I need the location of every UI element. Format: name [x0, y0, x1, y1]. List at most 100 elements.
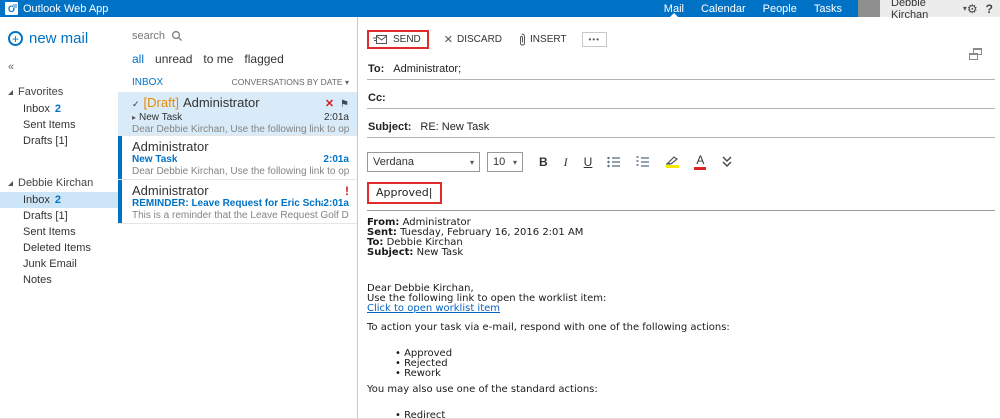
address-fields: To: Administrator; Cc: Subject: RE: New … — [367, 63, 995, 138]
message-body-editor[interactable]: Approved| — [367, 172, 1000, 204]
font-color-button[interactable]: A — [694, 155, 706, 170]
help-icon[interactable]: ? — [986, 2, 993, 16]
search-placeholder: search — [132, 30, 165, 42]
numbered-list-button[interactable] — [636, 156, 650, 168]
cc-label: Cc: — [368, 92, 386, 104]
highlighter-icon — [665, 156, 679, 165]
reply-text-annotated: Approved| — [367, 182, 442, 204]
compose-pane: SEND ✕ DISCARD INSERT ••• — [358, 17, 1000, 419]
gear-icon[interactable]: ⚙ — [967, 2, 978, 16]
text-cursor: | — [429, 186, 433, 199]
message-subject: New Task — [139, 112, 182, 123]
to-field[interactable]: To: Administrator; — [367, 63, 995, 80]
nav-people[interactable]: People — [762, 0, 798, 17]
delete-icon[interactable]: ✕ — [325, 97, 334, 111]
sidebar-item-fav-drafts[interactable]: Drafts [1] — [0, 133, 118, 149]
filter-to-me[interactable]: to me — [203, 52, 233, 66]
expand-icon[interactable]: ▸ — [132, 113, 136, 122]
insert-button[interactable]: INSERT — [517, 33, 567, 46]
nav-tasks[interactable]: Tasks — [813, 0, 843, 17]
quoted-message-divider — [367, 210, 995, 211]
sidebar-item-fav-sent-items[interactable]: Sent Items — [0, 117, 118, 133]
font-size-select[interactable]: 10 ▾ — [487, 152, 523, 172]
sort-selector[interactable]: CONVERSATIONS BY DATE ▾ — [232, 77, 349, 87]
main-layout: + new mail « Favorites Inbox2 Sent Items… — [0, 17, 1000, 419]
folder-label: Junk Email — [23, 258, 77, 270]
popout-front — [969, 53, 978, 60]
list-item: Redirect — [395, 411, 1000, 419]
compose-toolbar: SEND ✕ DISCARD INSERT ••• — [367, 30, 1000, 49]
quoted-message: From: Administrator Sent: Tuesday, Febru… — [367, 218, 1000, 419]
tree-section-title: Favorites — [18, 86, 63, 98]
message-subject: New Task — [132, 154, 177, 166]
send-label: SEND — [393, 34, 421, 45]
importance-icon: ! — [345, 184, 349, 198]
sidebar-item-junk-email[interactable]: Junk Email — [0, 256, 118, 272]
sort-label: CONVERSATIONS BY DATE — [232, 77, 343, 87]
tree-expand-icon — [8, 90, 13, 95]
user-menu[interactable]: Debbie Kirchan ▾ ⚙ ? — [880, 0, 1000, 17]
font-color-swatch — [694, 167, 706, 170]
subject-value: RE: New Task — [420, 121, 489, 133]
list-item: Rejected — [395, 359, 1000, 369]
sidebar-item-deleted-items[interactable]: Deleted Items — [0, 240, 118, 256]
tree-spacer — [0, 149, 118, 164]
message-row-draft[interactable]: ✓ [Draft] Administrator ✕ ⚑ ▸New Task 2:… — [118, 92, 357, 136]
bullet-list-button[interactable] — [607, 156, 621, 168]
folder-label: Sent Items — [23, 119, 76, 131]
bold-button[interactable]: B — [539, 156, 548, 168]
highlight-button[interactable] — [665, 156, 679, 168]
insert-label: INSERT — [530, 34, 567, 45]
search-input[interactable]: search — [132, 30, 357, 42]
sidebar-item-drafts[interactable]: Drafts [1] — [0, 208, 118, 224]
list-filters: all unread to me flagged — [132, 52, 357, 66]
folder-label: Inbox — [23, 103, 50, 115]
actions-intro: To action your task via e-mail, respond … — [367, 323, 1000, 333]
font-family-select[interactable]: Verdana ▾ — [367, 152, 480, 172]
font-color-letter: A — [696, 155, 704, 166]
filter-unread[interactable]: unread — [155, 52, 192, 66]
collapse-pane-button[interactable]: « — [8, 61, 118, 73]
outlook-logo-letter: O — [8, 4, 15, 14]
nav-mail[interactable]: Mail — [663, 0, 685, 17]
tree-section-mailbox[interactable]: Debbie Kirchan — [0, 174, 118, 192]
close-icon: ✕ — [444, 33, 453, 46]
underline-button[interactable]: U — [584, 156, 593, 168]
sidebar-item-fav-inbox[interactable]: Inbox2 — [0, 101, 118, 117]
popout-icon[interactable] — [969, 48, 982, 60]
filter-all[interactable]: all — [132, 52, 144, 66]
nav-calendar[interactable]: Calendar — [700, 0, 747, 17]
list-item: Approved — [395, 349, 1000, 359]
chevron-down-icon: ▾ — [470, 158, 474, 167]
new-mail-button[interactable]: + new mail — [8, 30, 118, 47]
standard-action-list: Redirect Delegate Sleep — [395, 411, 1000, 419]
quote-body: Dear Debbie Kirchan, Use the following l… — [367, 284, 1000, 419]
sidebar-item-notes[interactable]: Notes — [0, 272, 118, 288]
filter-flagged[interactable]: flagged — [244, 52, 283, 66]
folder-label: Notes — [23, 274, 52, 286]
cc-field[interactable]: Cc: — [367, 92, 995, 109]
more-formatting-button[interactable] — [721, 156, 733, 168]
favorites-tree: Favorites Inbox2 Sent Items Drafts [1] — [0, 83, 118, 149]
format-toolbar: Verdana ▾ 10 ▾ B I U — [367, 152, 1000, 172]
tree-expand-icon — [8, 181, 13, 186]
italic-button[interactable]: I — [564, 156, 568, 168]
message-row[interactable]: Administrator ! REMINDER: Leave Request … — [118, 180, 357, 224]
flag-icon[interactable]: ⚑ — [340, 98, 349, 112]
sidebar-item-sent-items[interactable]: Sent Items — [0, 224, 118, 240]
message-row[interactable]: Administrator New Task 2:01a Dear Debbie… — [118, 136, 357, 180]
send-button[interactable]: SEND — [367, 30, 429, 49]
tree-section-favorites[interactable]: Favorites — [0, 83, 118, 101]
sidebar-item-inbox[interactable]: Inbox2 — [0, 192, 118, 208]
folder-label: Drafts [1] — [23, 210, 68, 222]
discard-button[interactable]: ✕ DISCARD — [444, 33, 502, 46]
worklist-link[interactable]: Click to open worklist item — [367, 303, 500, 314]
new-mail-label: new mail — [29, 30, 88, 47]
message-line2: REMINDER: Leave Request for Eric Schaffe… — [132, 198, 349, 210]
more-options-button[interactable]: ••• — [582, 32, 607, 47]
avatar[interactable] — [858, 0, 880, 17]
quote-subject-line: Subject: New Task — [367, 248, 1000, 258]
font-size-value: 10 — [493, 156, 505, 168]
message-preview: This is a reminder that the Leave Reques… — [132, 210, 349, 222]
subject-field[interactable]: Subject: RE: New Task — [367, 121, 995, 138]
